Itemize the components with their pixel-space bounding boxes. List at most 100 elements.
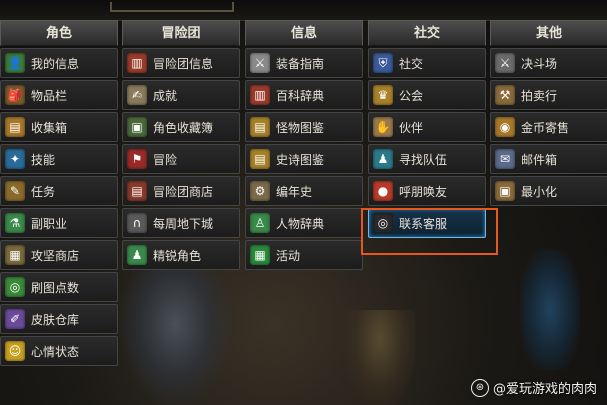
handshake-icon: ✋	[373, 117, 393, 137]
column-header: 信息	[245, 20, 363, 46]
menu-item-label: 怪物图鉴	[276, 120, 325, 135]
menu-item-label: 我的信息	[31, 56, 80, 71]
flag-icon: ⚑	[127, 149, 147, 169]
menu-item-label: 装备指南	[276, 56, 325, 71]
menu-item[interactable]: ⚔ 装备指南	[245, 48, 363, 78]
top-bar	[0, 0, 607, 21]
coin-bag-icon: ◉	[495, 117, 515, 137]
column-header: 其他	[490, 20, 607, 46]
menu-item[interactable]: ▥ 百科辞典	[245, 80, 363, 110]
guild-shop-icon: ▤	[127, 181, 147, 201]
menu-item[interactable]: ⚙ 编年史	[245, 176, 363, 206]
top-bar-accent	[110, 2, 234, 12]
menu-item[interactable]: ▤ 收集箱	[0, 112, 118, 142]
menu-item-label: 公会	[399, 88, 424, 103]
menu-item-label: 活动	[276, 248, 301, 263]
menu-column: 社交 ⛨ 社交 ♛ 公会 ✋ 伙伴 ♟ 寻找队伍 ● 呼朋唤友 ◎ 联系客服	[368, 20, 486, 238]
calendar-icon: ▦	[250, 245, 270, 265]
menu-item[interactable]: ☺ 心情状态	[0, 336, 118, 366]
menu-column: 冒险团 ▥ 冒险团信息 ✍ 成就 ▣ 角色收藏簿 ⚑ 冒险 ▤ 冒险团商店 ∩ 每周地下城 ♟ 精锐角色	[122, 20, 240, 270]
menu-item-label: 决斗场	[521, 56, 558, 71]
menu-item[interactable]: 👤 我的信息	[0, 48, 118, 78]
character-dict-icon: ♙	[250, 213, 270, 233]
menu-column: 角色 👤 我的信息 🎒 物品栏 ▤ 收集箱 ✦ 技能 ✎ 任务 ⚗ 副职业 ▦ 攻坚商店 ◎ 刷图点数 ✐ 皮肤仓库…	[0, 20, 118, 366]
column-header: 冒险团	[122, 20, 240, 46]
menu-item[interactable]: ▤ 史诗图鉴	[245, 144, 363, 174]
menu-column: 信息 ⚔ 装备指南 ▥ 百科辞典 ▤ 怪物图鉴 ▤ 史诗图鉴 ⚙ 编年史 ♙ 人物辞典 ▦ 活动	[245, 20, 363, 270]
menu-item[interactable]: ✉ 邮件箱	[490, 144, 607, 174]
chest-icon: ▤	[5, 117, 25, 137]
menu-item-label: 编年史	[276, 184, 313, 199]
menu-item-label: 技能	[31, 152, 56, 167]
menu-item[interactable]: ▦ 攻坚商店	[0, 240, 118, 270]
menu-item[interactable]: ♛ 公会	[368, 80, 486, 110]
menu-item[interactable]: ⛨ 社交	[368, 48, 486, 78]
menu-item-label: 人物辞典	[276, 216, 325, 231]
menu-item-label: 伙伴	[399, 120, 424, 135]
menu-item[interactable]: ♟ 精锐角色	[122, 240, 240, 270]
potion-icon: ⚗	[5, 213, 25, 233]
column-header: 社交	[368, 20, 486, 46]
points-icon: ◎	[5, 277, 25, 297]
menu-item-label: 百科辞典	[276, 88, 325, 103]
column-header: 角色	[0, 20, 118, 46]
menu-item[interactable]: 🎒 物品栏	[0, 80, 118, 110]
elite-icon: ♟	[127, 245, 147, 265]
menu-item-label: 攻坚商店	[31, 248, 80, 263]
menu-item[interactable]: ✎ 任务	[0, 176, 118, 206]
menu-item[interactable]: ✦ 技能	[0, 144, 118, 174]
watermark-text: @爱玩游戏的肉肉	[492, 382, 597, 397]
menu-item-label: 皮肤仓库	[31, 312, 80, 327]
social-shield-icon: ⛨	[373, 53, 393, 73]
menu-item-label: 冒险团信息	[153, 56, 214, 71]
skill-icon: ✦	[5, 149, 25, 169]
menu-item-label: 最小化	[521, 184, 558, 199]
menu-item[interactable]: ▦ 活动	[245, 240, 363, 270]
shop-icon: ▦	[5, 245, 25, 265]
achievement-icon: ✍	[127, 85, 147, 105]
guild-eagle-icon: ♛	[373, 85, 393, 105]
gear-icon: ⚙	[250, 181, 270, 201]
menu-item[interactable]: ⚔ 决斗场	[490, 48, 607, 78]
menu-column: 其他 ⚔ 决斗场 ⚒ 拍卖行 ◉ 金币寄售 ✉ 邮件箱 ▣ 最小化	[490, 20, 607, 206]
menu-item[interactable]: ◉ 金币寄售	[490, 112, 607, 142]
menu-item-label: 史诗图鉴	[276, 152, 325, 167]
menu-item-label: 金币寄售	[521, 120, 570, 135]
menu-item[interactable]: ♙ 人物辞典	[245, 208, 363, 238]
menu-item[interactable]: ▣ 角色收藏簿	[122, 112, 240, 142]
menu-item[interactable]: ✍ 成就	[122, 80, 240, 110]
profile-icon: 👤	[5, 53, 25, 73]
swords-icon: ⚔	[495, 53, 515, 73]
menu-item[interactable]: ◎ 刷图点数	[0, 272, 118, 302]
bag-icon: 🎒	[5, 85, 25, 105]
gavel-icon: ⚒	[495, 85, 515, 105]
menu-item[interactable]: ▥ 冒险团信息	[122, 48, 240, 78]
menu-item-label: 精锐角色	[153, 248, 202, 263]
epic-book-icon: ▤	[250, 149, 270, 169]
menu-item[interactable]: ⚑ 冒险	[122, 144, 240, 174]
menu-item[interactable]: ♟ 寻找队伍	[368, 144, 486, 174]
menu-item-label: 每周地下城	[153, 216, 214, 231]
menu-item[interactable]: ✐ 皮肤仓库	[0, 304, 118, 334]
menu-item[interactable]: ∩ 每周地下城	[122, 208, 240, 238]
menu-item[interactable]: ▣ 最小化	[490, 176, 607, 206]
watermark: ⊛ @爱玩游戏的肉肉	[470, 378, 597, 397]
background-character-art	[120, 270, 230, 405]
menu-item[interactable]: ⚒ 拍卖行	[490, 80, 607, 110]
menu-item-label: 副职业	[31, 216, 68, 231]
menu-item[interactable]: ✋ 伙伴	[368, 112, 486, 142]
menu-item-label: 任务	[31, 184, 56, 199]
menu-item[interactable]: ● 呼朋唤友	[368, 176, 486, 206]
menu-item-label: 邮件箱	[521, 152, 558, 167]
smile-icon: ☺	[5, 341, 25, 361]
friend-call-icon: ●	[373, 181, 393, 201]
book-icon: ▥	[250, 85, 270, 105]
menu-item-label: 收集箱	[31, 120, 68, 135]
menu-item-label: 心情状态	[31, 344, 80, 359]
menu-item[interactable]: ⚗ 副职业	[0, 208, 118, 238]
menu-item[interactable]: ▤ 冒险团商店	[122, 176, 240, 206]
watermark-logo-icon: ⊛	[470, 378, 489, 397]
brush-icon: ✐	[5, 309, 25, 329]
mail-icon: ✉	[495, 149, 515, 169]
menu-item[interactable]: ▤ 怪物图鉴	[245, 112, 363, 142]
